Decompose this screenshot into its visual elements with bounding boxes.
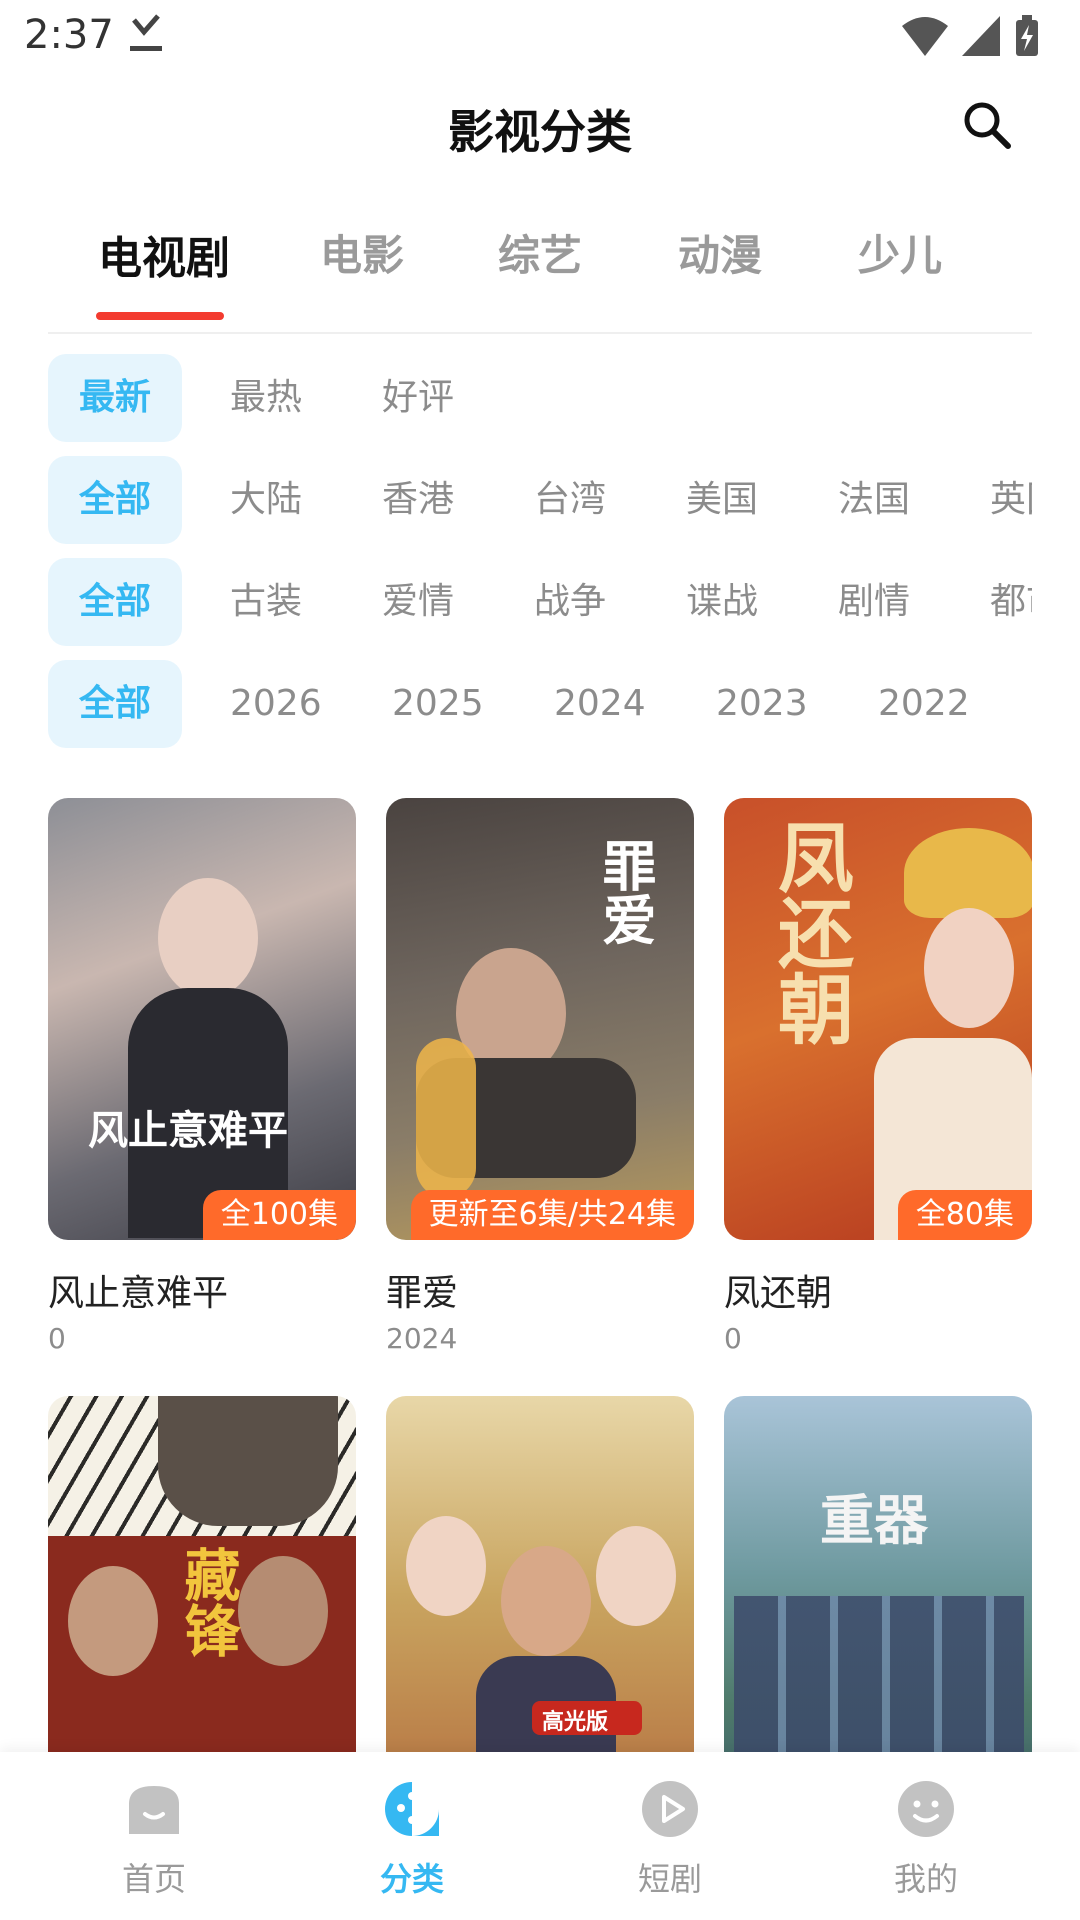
filter-genre-item[interactable]: 谍战 (686, 558, 758, 646)
filter-genre-item[interactable]: 都市 (990, 558, 1032, 646)
poster-title-art: 罪爱 (593, 838, 657, 946)
nav-home[interactable]: 首页 (64, 1778, 244, 1900)
status-time: 2:37 (24, 12, 114, 58)
video-year: 2024 (386, 1322, 458, 1355)
tab-variety[interactable]: 综艺 (498, 222, 582, 283)
wifi-icon (902, 17, 948, 56)
play-icon (642, 1781, 698, 1837)
nav-category-label: 分类 (379, 1860, 444, 1898)
app-header: 影视分类 (0, 88, 1080, 164)
filter-year-item[interactable]: 2025 (392, 660, 484, 748)
video-year: 0 (48, 1322, 66, 1355)
tab-kids[interactable]: 少儿 (858, 222, 942, 283)
filter-genre-item[interactable]: 古装 (230, 558, 302, 646)
home-icon (129, 1786, 179, 1834)
filter-genre-all[interactable]: 全部 (48, 558, 182, 646)
poster-title-art: 风止意难平 (88, 1107, 288, 1154)
filter-year-item[interactable]: 2022 (878, 660, 970, 748)
active-tab-indicator (96, 312, 224, 320)
filter-region-item[interactable]: 英国 (990, 456, 1032, 544)
filter-sort-hottest[interactable]: 最热 (230, 354, 302, 442)
filter-row-sort: 最新 最热 好评 (48, 354, 1032, 442)
filter-genre-item[interactable]: 战争 (534, 558, 606, 646)
signal-icon (962, 16, 1000, 56)
tabs-divider (48, 332, 1032, 334)
filter-row-region: 全部 大陆 香港 台湾 美国 法国 英国 (48, 456, 1032, 544)
nav-shorts[interactable]: 短剧 (580, 1778, 760, 1900)
video-title[interactable]: 罪爱 (386, 1264, 458, 1316)
filter-year-item[interactable]: 2026 (230, 660, 322, 748)
episode-badge: 全80集 (897, 1190, 1032, 1240)
filter-region-all[interactable]: 全部 (48, 456, 182, 544)
nav-profile-label: 我的 (893, 1860, 958, 1898)
filter-region-item[interactable]: 台湾 (534, 456, 606, 544)
tab-movies[interactable]: 电影 (320, 222, 404, 283)
episode-badge: 全100集 (202, 1190, 356, 1240)
category-icon (385, 1782, 439, 1836)
filter-row-genre: 全部 古装 爱情 战争 谍战 剧情 都市 (48, 558, 1032, 646)
nav-shorts-label: 短剧 (637, 1860, 702, 1898)
video-title[interactable]: 风止意难平 (48, 1264, 228, 1316)
poster-title-art: 藏锋 (175, 1546, 241, 1658)
filter-genre-item[interactable]: 剧情 (838, 558, 910, 646)
poster-title-art: 重器 (820, 1488, 928, 1552)
video-title[interactable]: 凤还朝 (724, 1264, 832, 1316)
filter-region-item[interactable]: 香港 (382, 456, 454, 544)
nav-home-label: 首页 (121, 1860, 186, 1898)
filter-region-item[interactable]: 大陆 (230, 456, 302, 544)
nav-category[interactable]: 分类 (322, 1778, 502, 1900)
filter-sort-newest[interactable]: 最新 (48, 354, 182, 442)
tab-anime[interactable]: 动漫 (678, 222, 762, 283)
episode-badge: 更新至6集/共24集 (410, 1190, 694, 1240)
poster-title-art: 凤还朝 (765, 818, 854, 1046)
nav-profile[interactable]: 我的 (836, 1778, 1016, 1900)
status-icons (902, 14, 1040, 58)
filter-year-item[interactable]: 2024 (554, 660, 646, 748)
filter-region-item[interactable]: 法国 (838, 456, 910, 544)
bottom-navigation: 首页 分类 短剧 我的 (0, 1752, 1080, 1920)
smiley-icon (898, 1781, 954, 1837)
video-poster[interactable]: 罪爱 更新至6集/共24集 (386, 798, 694, 1240)
status-bar: 2:37 (0, 0, 1080, 72)
filter-year-item[interactable]: 2023 (716, 660, 808, 748)
poster-badge-art: 高光版 (542, 1709, 609, 1735)
video-poster[interactable]: 凤还朝 全80集 (724, 798, 1032, 1240)
filter-region-item[interactable]: 美国 (686, 456, 758, 544)
download-icon (130, 14, 162, 51)
search-icon[interactable] (960, 98, 1014, 152)
tab-tv-series[interactable]: 电视剧 (98, 222, 230, 286)
filter-sort-rated[interactable]: 好评 (382, 354, 454, 442)
filter-year-all[interactable]: 全部 (48, 660, 182, 748)
filter-genre-item[interactable]: 爱情 (382, 558, 454, 646)
video-poster[interactable]: 风止意难平 全100集 (48, 798, 356, 1240)
category-tabs: 电视剧 电影 综艺 动漫 少儿 (48, 210, 1032, 322)
filter-row-year: 全部 2026 2025 2024 2023 2022 (48, 660, 1032, 748)
battery-icon (1016, 15, 1038, 56)
video-year: 0 (724, 1322, 742, 1355)
page-title: 影视分类 (448, 105, 632, 159)
